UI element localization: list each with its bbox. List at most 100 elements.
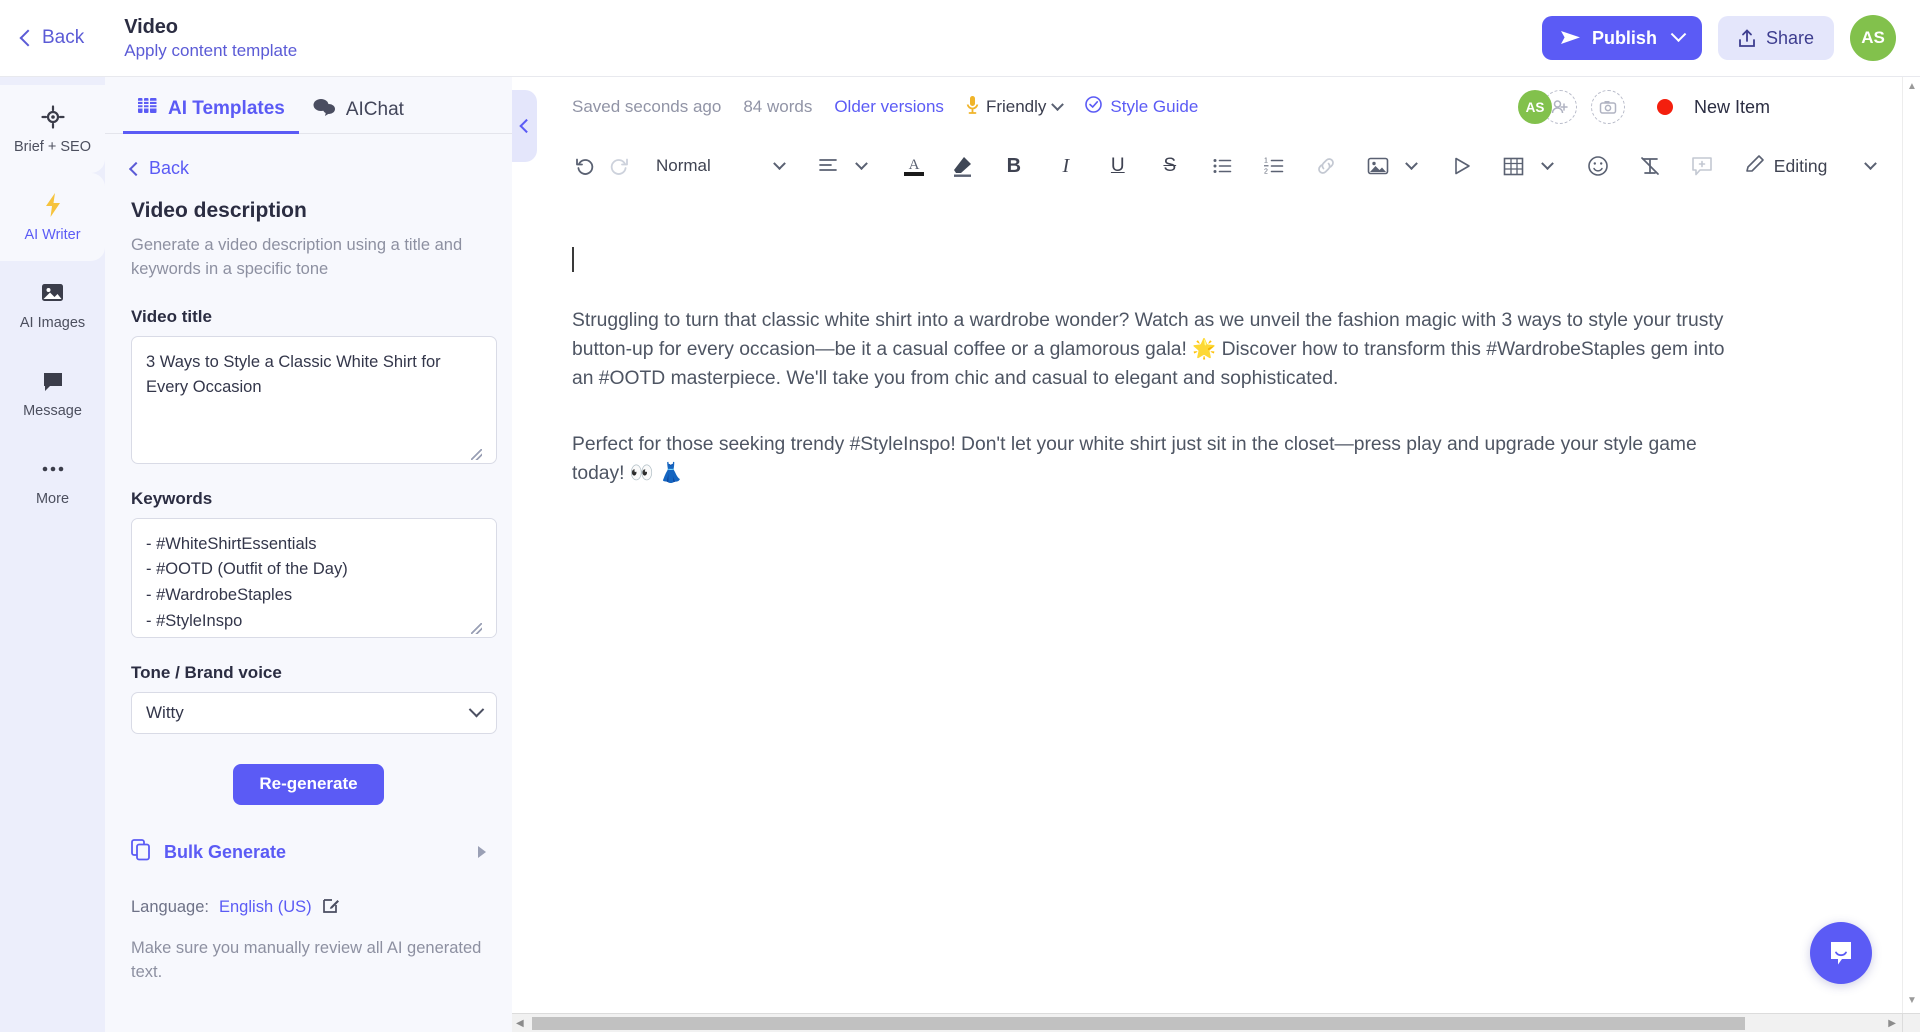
panel-body: Back Video description Generate a video … — [105, 134, 512, 985]
document-paragraph[interactable]: Perfect for those seeking trendy #StyleI… — [572, 431, 1742, 489]
insert-video-button[interactable] — [1445, 149, 1479, 183]
back-button[interactable]: Back — [19, 27, 84, 49]
image-icon — [40, 280, 65, 306]
top-bar-actions: Publish Share AS — [1541, 15, 1896, 61]
chevron-left-icon — [128, 161, 144, 176]
align-button[interactable] — [811, 149, 845, 183]
language-value[interactable]: English (US) — [219, 898, 312, 917]
template-description: Generate a video description using a tit… — [131, 236, 463, 278]
chevron-down-icon — [1863, 156, 1877, 170]
scrollbar-corner — [1902, 1013, 1920, 1032]
share-label: Share — [1765, 27, 1814, 48]
scroll-down-arrow-icon[interactable]: ▼ — [1907, 995, 1917, 1006]
panel-back-label: Back — [149, 158, 190, 178]
sidebar-item-brief-seo[interactable]: Brief + SEO — [0, 85, 105, 173]
bold-button[interactable]: B — [997, 149, 1031, 183]
add-comment-button[interactable] — [1685, 149, 1719, 183]
language-row: Language: English (US) — [131, 896, 486, 919]
chat-bubbles-icon — [313, 97, 336, 122]
tone-select[interactable]: Witty — [131, 691, 497, 734]
clear-format-icon — [1640, 157, 1659, 175]
sidebar-label: More — [35, 490, 70, 507]
resize-grip-icon[interactable] — [471, 448, 482, 460]
highlight-button[interactable] — [945, 149, 979, 183]
image-chevron[interactable] — [1395, 149, 1429, 183]
user-avatar[interactable]: AS — [1850, 15, 1896, 61]
publish-button[interactable]: Publish — [1541, 16, 1702, 60]
sidebar-label: Brief + SEO — [14, 138, 91, 155]
page-title: Video — [124, 15, 178, 38]
keywords-input[interactable] — [131, 517, 497, 638]
page-title-block: Video Apply content template — [124, 16, 297, 61]
bullet-list-button[interactable] — [1205, 149, 1239, 183]
tab-ai-templates[interactable]: AI Templates — [123, 95, 299, 134]
sidebar-item-message[interactable]: Message — [0, 349, 105, 437]
sidebar-item-ai-images[interactable]: AI Images — [0, 261, 105, 349]
video-title-field-wrap — [131, 335, 497, 464]
numbered-list-button[interactable]: 1 2 — [1257, 149, 1291, 183]
microphone-icon — [966, 95, 979, 120]
status-badge-label[interactable]: New Item — [1694, 97, 1770, 118]
editor-meta-bar: Saved seconds ago 84 words Older version… — [512, 77, 1920, 137]
emoji-button[interactable] — [1581, 149, 1615, 183]
collab-avatar[interactable]: AS — [1517, 90, 1552, 124]
clear-format-button[interactable] — [1633, 149, 1667, 183]
sidebar-item-ai-writer[interactable]: AI Writer — [0, 173, 105, 261]
document-paragraph[interactable]: Struggling to turn that classic white sh… — [572, 307, 1742, 393]
italic-button[interactable]: I — [1049, 149, 1083, 183]
numbered-list-icon: 1 2 — [1263, 158, 1284, 175]
tab-aichat[interactable]: AIChat — [299, 97, 418, 133]
underline-button[interactable]: U — [1101, 149, 1135, 183]
tab-label: AI Templates — [168, 97, 285, 119]
bulk-generate-row[interactable]: Bulk Generate — [131, 838, 486, 866]
editing-mode-label: Editing — [1773, 155, 1828, 176]
text-color-button[interactable]: A — [897, 149, 931, 183]
chat-widget-button[interactable] — [1810, 922, 1872, 984]
bulk-generate-label: Bulk Generate — [164, 841, 287, 862]
vertical-scrollbar[interactable]: ▲ ▼ — [1902, 77, 1920, 1032]
strikethrough-button[interactable]: S — [1153, 149, 1187, 183]
bullet-list-icon — [1213, 159, 1232, 173]
ai-disclaimer: Make sure you manually review all AI gen… — [131, 938, 482, 981]
video-title-input[interactable] — [131, 335, 497, 464]
resize-grip-icon[interactable] — [471, 622, 482, 634]
scroll-up-arrow-icon[interactable]: ▲ — [1907, 81, 1917, 92]
redo-button[interactable] — [602, 149, 636, 183]
avatar-initials: AS — [1861, 28, 1885, 47]
insert-table-button[interactable] — [1497, 149, 1531, 183]
panel-back-button[interactable]: Back — [128, 158, 486, 179]
keywords-label: Keywords — [131, 488, 213, 508]
editing-mode-chevron[interactable] — [1853, 149, 1887, 183]
scroll-right-arrow-icon[interactable]: ▶ — [1888, 1018, 1896, 1029]
add-asset-button[interactable] — [1590, 90, 1625, 124]
table-chevron[interactable] — [1531, 149, 1565, 183]
horizontal-scrollbar[interactable]: ◀ ▶ — [512, 1013, 1902, 1032]
paragraph-style-chevron[interactable] — [763, 149, 797, 183]
style-guide-link[interactable]: Style Guide — [1084, 95, 1198, 119]
video-title-label: Video title — [131, 306, 212, 326]
horizontal-scroll-thumb[interactable] — [532, 1016, 1745, 1030]
apply-content-template-link[interactable]: Apply content template — [124, 41, 297, 61]
status-badge-dot — [1656, 99, 1673, 115]
tone-chip[interactable]: Friendly — [966, 95, 1065, 120]
document-canvas[interactable]: Struggling to turn that classic white sh… — [512, 195, 1920, 489]
paragraph-style-select[interactable]: Normal — [648, 156, 719, 176]
collapse-panel-button[interactable] — [512, 90, 537, 162]
link-button[interactable] — [1309, 149, 1343, 183]
undo-button[interactable] — [568, 149, 602, 183]
ellipsis-icon — [41, 456, 65, 482]
sidebar-item-more[interactable]: More — [0, 437, 105, 525]
chevron-down-icon — [1541, 156, 1555, 170]
regenerate-button[interactable]: Re-generate — [233, 763, 384, 805]
older-versions-link[interactable]: Older versions — [834, 97, 944, 117]
scroll-left-arrow-icon[interactable]: ◀ — [516, 1018, 524, 1029]
keywords-field-wrap — [131, 517, 497, 638]
share-button[interactable]: Share — [1717, 16, 1834, 60]
play-icon — [1454, 157, 1470, 175]
insert-image-button[interactable] — [1361, 149, 1395, 183]
link-icon — [1317, 158, 1334, 174]
edit-pencil-icon[interactable] — [322, 896, 340, 919]
comment-icon — [1691, 156, 1712, 175]
editing-mode-button[interactable]: Editing — [1745, 154, 1828, 179]
align-chevron[interactable] — [845, 149, 879, 183]
